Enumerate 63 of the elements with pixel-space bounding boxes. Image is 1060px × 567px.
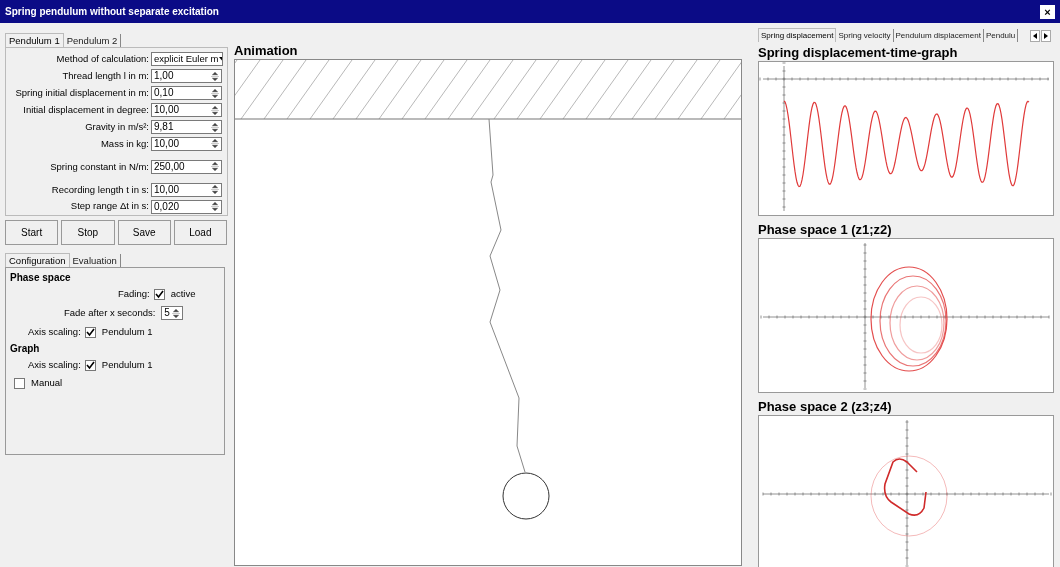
- spinner-field[interactable]: 5: [161, 306, 184, 320]
- checkbox-label: Manual: [31, 375, 63, 390]
- tab[interactable]: Pendulu: [983, 29, 1019, 42]
- section-heading: Phase space: [10, 271, 72, 285]
- tab[interactable]: Pendulum displacement: [893, 29, 984, 42]
- spinner-arrows-icon[interactable]: [211, 104, 219, 116]
- spinner-arrows-icon[interactable]: [211, 161, 219, 173]
- checkbox[interactable]: [14, 377, 25, 389]
- action-button[interactable]: Load: [173, 220, 227, 245]
- spinner-field[interactable]: 9,81: [151, 120, 222, 134]
- field-label: Spring initial displacement in m:: [14, 86, 150, 101]
- checkbox-label: Pendulum 1: [101, 324, 153, 339]
- spinner-field[interactable]: 0,10: [151, 86, 222, 101]
- option-label: Axis scaling:: [28, 324, 81, 339]
- spinner-arrows-icon[interactable]: [172, 307, 181, 319]
- left-arrow-icon: [1033, 33, 1037, 39]
- action-button[interactable]: Stop: [61, 220, 115, 245]
- field-label: Thread length l in m:: [61, 69, 150, 84]
- close-button[interactable]: ×: [1040, 4, 1055, 19]
- spinner-arrows-icon[interactable]: [211, 70, 219, 82]
- checkbox-label: active: [170, 286, 196, 301]
- checkbox[interactable]: [84, 359, 96, 371]
- field-label: Mass in kg:: [99, 136, 150, 151]
- field-label: Recording length t in s:: [50, 182, 150, 197]
- checkbox-label: Pendulum 1: [101, 357, 153, 372]
- field-label: Gravity in m/s²:: [84, 119, 150, 134]
- spinner-field[interactable]: 1,00: [151, 69, 222, 84]
- graph-title: Spring displacement-time-graph: [758, 45, 959, 61]
- option-label: Axis scaling:: [28, 357, 81, 372]
- tab[interactable]: Spring velocity: [836, 29, 894, 42]
- tab[interactable]: Spring displacement: [758, 28, 837, 42]
- spinner-arrows-icon[interactable]: [211, 121, 219, 133]
- checkbox[interactable]: [153, 288, 165, 300]
- spinner-field[interactable]: 10,00: [151, 136, 222, 151]
- section-heading: Graph: [10, 342, 41, 356]
- window-title: Spring pendulum without separate excitation: [5, 5, 219, 19]
- field-label: Method of calculation:: [55, 52, 150, 67]
- option-label: Fading:: [118, 286, 150, 301]
- spinner-field[interactable]: 250,00: [151, 159, 222, 174]
- checkbox[interactable]: [84, 326, 96, 338]
- field-label: Initial displacement in degree:: [22, 103, 150, 117]
- spinner-field[interactable]: 10,00: [151, 182, 222, 197]
- spinner-arrows-icon[interactable]: [211, 87, 219, 99]
- graph-title: Phase space 1 (z1;z2): [758, 222, 893, 238]
- field-label: Spring constant in N/m:: [49, 159, 150, 174]
- scroll-right-button[interactable]: [1041, 30, 1051, 42]
- action-button[interactable]: Save: [117, 220, 171, 245]
- right-arrow-icon: [1044, 33, 1048, 39]
- spinner-arrows-icon[interactable]: [211, 138, 219, 150]
- pendulum-mass: [502, 472, 550, 520]
- tab[interactable]: Configuration: [5, 253, 70, 267]
- method-dropdown[interactable]: explicit Euler m: [151, 52, 223, 67]
- spinner-field[interactable]: 0,020: [151, 199, 222, 214]
- spinner-field[interactable]: 10,00: [151, 103, 222, 118]
- option-label: Fade after x seconds:: [64, 305, 156, 320]
- spinner-arrows-icon[interactable]: [211, 201, 219, 213]
- tab[interactable]: Pendulum 1: [5, 33, 64, 47]
- action-button[interactable]: Start: [5, 220, 59, 245]
- graph-title: Phase space 2 (z3;z4): [758, 399, 893, 415]
- spinner-arrows-icon[interactable]: [211, 184, 219, 196]
- animation-title: Animation: [234, 43, 299, 59]
- field-label: Step range Δt in s:: [69, 199, 150, 214]
- scroll-left-button[interactable]: [1030, 30, 1040, 42]
